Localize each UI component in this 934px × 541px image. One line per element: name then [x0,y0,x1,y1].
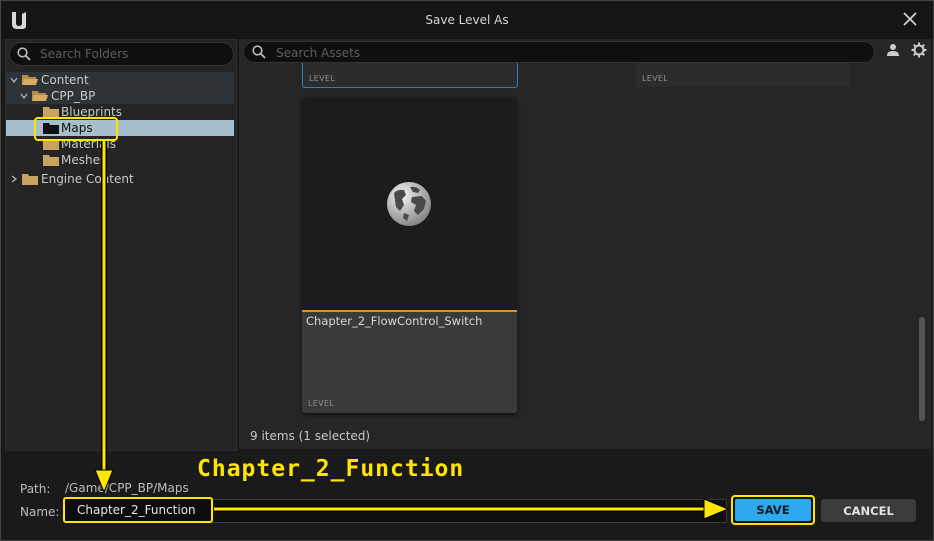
annotation-arrows [94,141,730,520]
arrow-right-to-save [214,498,730,520]
arrow-down-to-name [94,141,114,494]
